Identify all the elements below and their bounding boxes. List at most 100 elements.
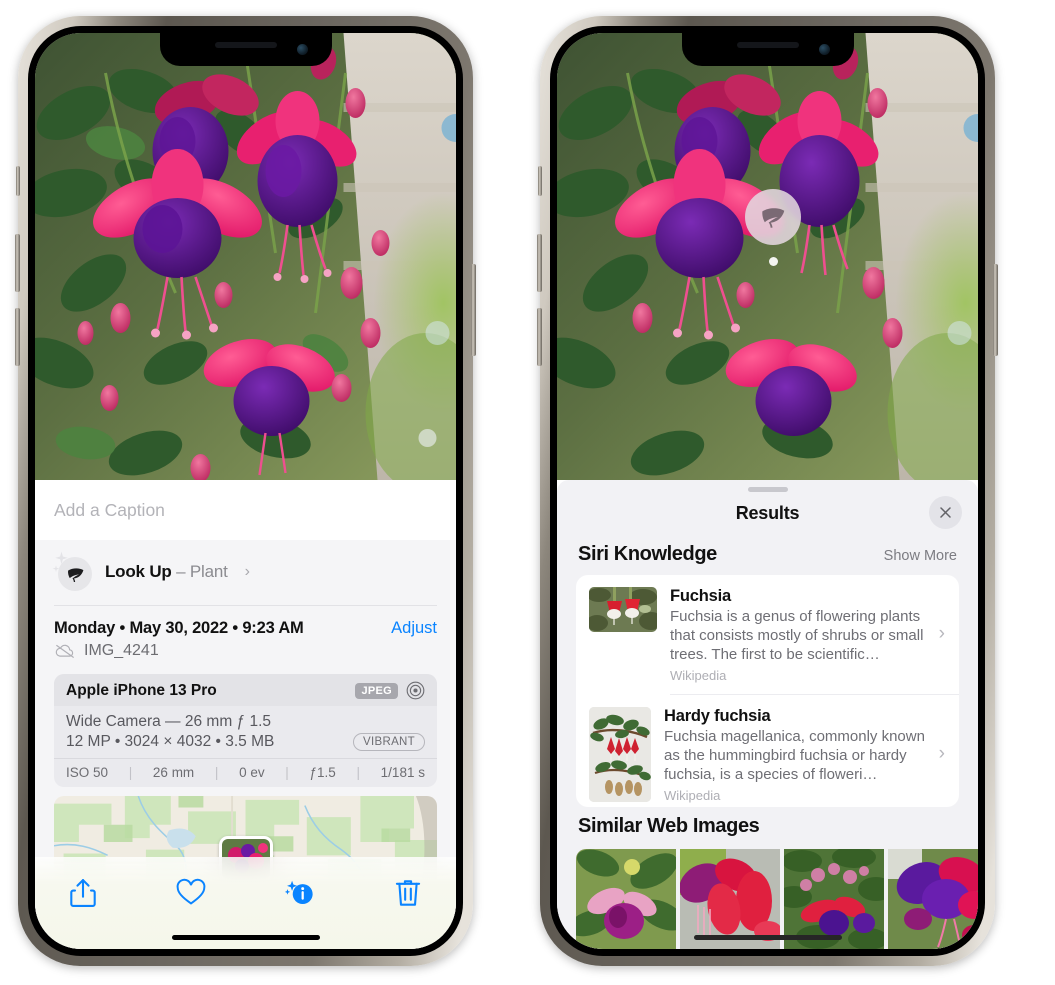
info-sparkle-icon: [284, 880, 313, 905]
iphone-device-right: Results Siri Knowledge Show More Fuchsia…: [537, 16, 998, 966]
share-button[interactable]: [61, 871, 105, 915]
power-button[interactable]: [471, 264, 476, 356]
exif-stats-row: ISO 50 | 26 mm | 0 ev | ƒ1.5 | 1/181 s: [54, 758, 437, 787]
size-row: 12 MP • 3024 × 4032 • 3.5 MB VIBRANT: [66, 733, 425, 751]
screenshot-root: Add a Caption Look Up – Plant › Monday •…: [0, 0, 1055, 985]
lookup-dash: –: [171, 562, 190, 581]
iphone-device-left: Add a Caption Look Up – Plant › Monday •…: [15, 16, 476, 966]
thumbnail-image: [589, 706, 651, 802]
lookup-icon-circle: [58, 557, 92, 591]
similar-web-images-title: Similar Web Images: [578, 815, 760, 837]
chevron-right-icon: ›: [244, 563, 250, 580]
lookup-title: Look Up: [105, 562, 172, 581]
home-indicator[interactable]: [693, 935, 842, 940]
exif-shutter: 1/181 s: [380, 765, 425, 780]
photo-viewer[interactable]: [557, 33, 978, 480]
exif-badges: JPEG: [355, 681, 425, 700]
web-image-1[interactable]: [576, 849, 676, 949]
thumbnail-image: [680, 849, 780, 949]
visual-lookup-results-sheet: Results Siri Knowledge Show More Fuchsia…: [557, 480, 978, 949]
photo-info-sheet: Add a Caption Look Up – Plant › Monday •…: [35, 480, 456, 949]
fuchsia-red-flowers-thumb: [589, 586, 657, 632]
mute-switch[interactable]: [538, 166, 542, 196]
exif-sep-2: |: [214, 765, 219, 780]
filename-row: IMG_4241: [54, 642, 437, 660]
power-button[interactable]: [993, 264, 998, 356]
exif-focal: 26 mm: [152, 765, 195, 780]
exif-card[interactable]: Apple iPhone 13 Pro JPEG Wide Camera — 2…: [54, 674, 437, 787]
siri-knowledge-header: Siri Knowledge Show More: [557, 535, 978, 575]
exif-header: Apple iPhone 13 Pro JPEG: [54, 674, 437, 706]
share-icon: [70, 879, 96, 907]
delete-button[interactable]: [386, 871, 430, 915]
device-name: Apple iPhone 13 Pro: [66, 681, 217, 699]
volume-up-button[interactable]: [15, 234, 20, 292]
exif-sep-1: |: [128, 765, 133, 780]
thumbnail-image: [784, 849, 884, 949]
fuchsia-photo: [557, 33, 978, 480]
leaf-icon: [762, 208, 785, 228]
knowledge-item-description: Fuchsia magellanica, commonly known as t…: [664, 727, 925, 783]
exif-ev: 0 ev: [239, 765, 265, 780]
info-button[interactable]: [278, 871, 322, 915]
close-button[interactable]: [929, 495, 962, 529]
visual-lookup-pin[interactable]: [745, 189, 801, 245]
thumbnail-image: [576, 849, 676, 949]
lookup-pin-anchor-dot: [769, 257, 778, 266]
device-bezel-left: Add a Caption Look Up – Plant › Monday •…: [28, 26, 463, 956]
knowledge-item-fuchsia[interactable]: Fuchsia Fuchsia is a genus of flowering …: [576, 575, 959, 694]
volume-up-button[interactable]: [537, 234, 542, 292]
volume-down-button[interactable]: [537, 308, 542, 366]
heart-icon: [176, 878, 206, 905]
hardy-fuchsia-specimen-thumb: [589, 706, 651, 802]
thumbnail-image: [888, 849, 978, 949]
web-image-3[interactable]: [784, 849, 884, 949]
chevron-right-icon: ›: [938, 743, 945, 765]
exif-iso: ISO 50: [66, 765, 109, 780]
look-up-plant-row[interactable]: Look Up – Plant ›: [35, 540, 456, 605]
exif-body: Wide Camera — 26 mm ƒ 1.5 12 MP • 3024 ×…: [54, 706, 437, 758]
lookup-label: Look Up – Plant: [105, 562, 228, 582]
web-image-4[interactable]: [888, 849, 978, 949]
mute-switch[interactable]: [16, 166, 20, 196]
web-image-2[interactable]: [680, 849, 780, 949]
screen-left: Add a Caption Look Up – Plant › Monday •…: [35, 33, 456, 949]
photo-metadata: Monday • May 30, 2022 • 9:23 AM Adjust I…: [35, 606, 456, 670]
exif-sep-3: |: [285, 765, 289, 780]
adjust-button[interactable]: Adjust: [391, 619, 437, 638]
screen-right: Results Siri Knowledge Show More Fuchsia…: [557, 33, 978, 949]
lens-info: Wide Camera — 26 mm ƒ 1.5: [66, 713, 272, 730]
caption-input[interactable]: Add a Caption: [35, 480, 456, 540]
format-badge: JPEG: [355, 682, 398, 699]
thumbnail-image: [589, 586, 657, 632]
filename-label: IMG_4241: [84, 642, 159, 659]
home-indicator[interactable]: [171, 935, 320, 940]
lookup-subject: Plant: [189, 562, 228, 581]
favorite-button[interactable]: [169, 871, 213, 915]
chevron-right-icon: ›: [938, 623, 945, 645]
knowledge-item-body: Fuchsia Fuchsia is a genus of flowering …: [670, 587, 946, 683]
knowledge-item-source: Wikipedia: [670, 667, 727, 683]
siri-knowledge-card: Fuchsia Fuchsia is a genus of flowering …: [576, 574, 959, 807]
knowledge-item-body: Hardy fuchsia Fuchsia magellanica, commo…: [664, 707, 946, 803]
lookup-glyph: [52, 551, 92, 591]
knowledge-item-title: Fuchsia: [670, 586, 731, 605]
similar-web-images-row[interactable]: [557, 849, 978, 949]
knowledge-item-title: Hardy fuchsia: [664, 706, 771, 725]
knowledge-item-source: Wikipedia: [664, 787, 721, 803]
show-more-button[interactable]: Show More: [884, 548, 957, 564]
leaf-icon: [67, 567, 83, 582]
similar-web-images-header: Similar Web Images: [557, 807, 978, 847]
knowledge-item-hardy-fuchsia[interactable]: Hardy fuchsia Fuchsia magellanica, commo…: [576, 695, 959, 807]
photo-viewer[interactable]: [35, 33, 456, 480]
raw-circle-icon[interactable]: [406, 681, 425, 700]
icloud-slash-icon: [55, 644, 74, 658]
trash-icon: [395, 880, 421, 906]
volume-down-button[interactable]: [15, 308, 20, 366]
fuchsia-photo: [35, 33, 456, 480]
siri-knowledge-title: Siri Knowledge: [578, 542, 717, 565]
device-bezel-right: Results Siri Knowledge Show More Fuchsia…: [550, 26, 985, 956]
results-header: Results: [557, 492, 978, 535]
photographic-style-badge: VIBRANT: [353, 733, 425, 751]
image-size-info: 12 MP • 3024 × 4032 • 3.5 MB: [66, 733, 275, 750]
